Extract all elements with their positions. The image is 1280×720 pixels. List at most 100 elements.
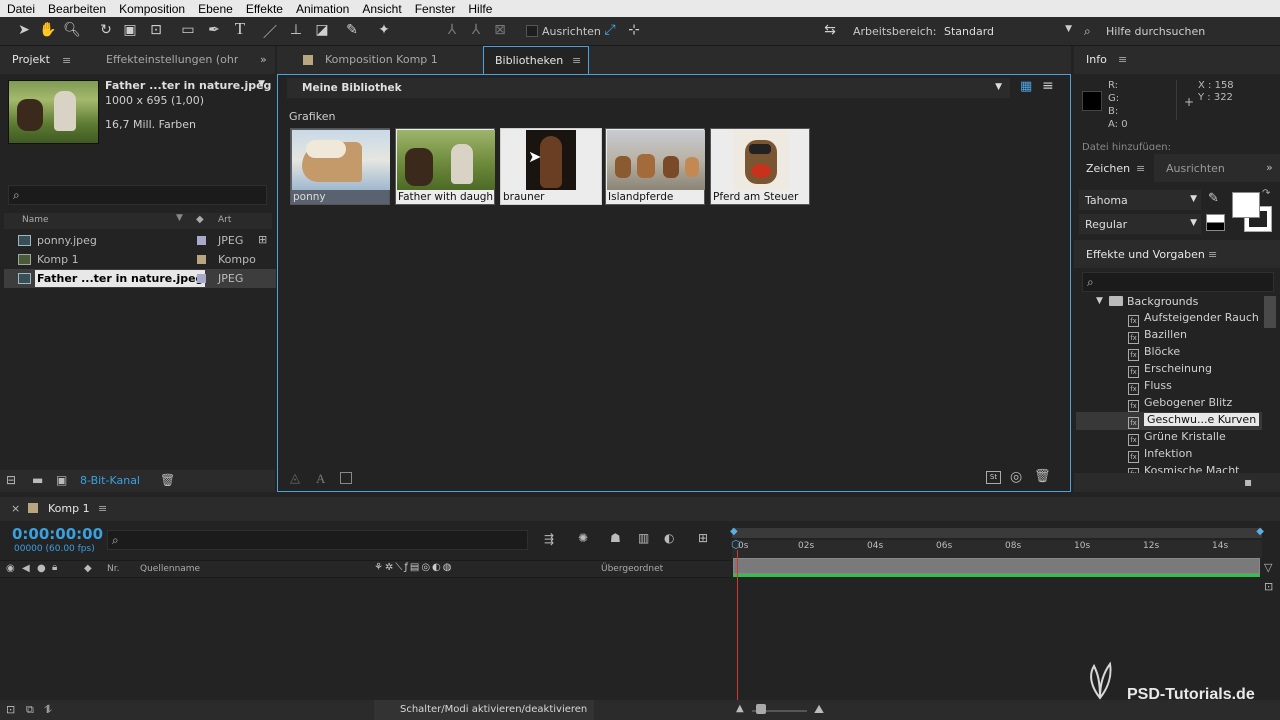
menu-ansicht[interactable]: Ansicht xyxy=(355,2,407,16)
grid-view-icon[interactable]: ▦ xyxy=(1020,79,1032,94)
effect-preset-item[interactable]: fx Erscheinung xyxy=(1128,362,1212,379)
comp-markers-icon[interactable]: ▽ xyxy=(1264,561,1272,574)
interpret-footage-icon[interactable]: ⊟ xyxy=(6,473,16,487)
panel-overflow-icon[interactable]: » xyxy=(260,53,267,66)
panel-menu-icon[interactable]: ≡ xyxy=(1136,162,1145,175)
motion-blur-icon[interactable]: ◐ xyxy=(664,531,674,545)
close-icon[interactable]: × xyxy=(11,502,20,515)
selection-tool-icon[interactable]: ➤ xyxy=(14,22,34,38)
panel-menu-icon[interactable]: ≡ xyxy=(62,54,71,67)
scrollbar-thumb[interactable] xyxy=(1264,296,1276,328)
panel-menu-icon[interactable]: ≡ xyxy=(1208,248,1217,261)
timeline-search-input[interactable]: ⌕ xyxy=(107,530,528,550)
label-tag-icon[interactable]: ◆ xyxy=(84,563,92,574)
new-folder-icon[interactable]: ▬ xyxy=(32,473,43,487)
effects-search-input[interactable]: ⌕ xyxy=(1082,272,1274,292)
project-item-name[interactable]: Father ...ter in nature.jpeg xyxy=(35,270,206,287)
layer-switches-icon[interactable]: ⊡ xyxy=(6,703,15,716)
effect-preset-item-selected[interactable]: fx Geschwu...e Kurven xyxy=(1128,413,1260,430)
panel-overflow-icon[interactable]: » xyxy=(1266,161,1273,174)
menu-komposition[interactable]: Komposition xyxy=(112,2,191,16)
hand-tool-icon[interactable]: ✋ xyxy=(38,22,58,38)
playhead-handle[interactable]: ⬡ xyxy=(731,538,741,551)
project-search-input[interactable]: ⌕ xyxy=(8,185,267,205)
work-area-start-handle[interactable]: ◆ xyxy=(730,526,738,537)
axis-world-icon[interactable]: ⅄ xyxy=(466,22,486,38)
puppet-tool-icon[interactable]: ✦ xyxy=(374,22,394,38)
font-family-dropdown[interactable]: Tahoma ▼ xyxy=(1079,190,1201,210)
solo-icon[interactable]: ● xyxy=(37,563,46,574)
menu-effekte[interactable]: Effekte xyxy=(239,2,289,16)
pen-tool-icon[interactable]: ✒ xyxy=(204,22,224,38)
effect-preset-item[interactable]: fx Gebogener Blitz xyxy=(1128,396,1232,413)
axis-local-icon[interactable]: ⅄ xyxy=(442,22,462,38)
clone-stamp-tool-icon[interactable]: ⊥ xyxy=(286,22,306,38)
workspace-icon[interactable]: ⇆ xyxy=(820,22,840,38)
tab-bibliotheken[interactable]: Bibliotheken xyxy=(495,54,563,67)
pan-behind-tool-icon[interactable]: ⊡ xyxy=(146,22,166,38)
tab-info[interactable]: Info xyxy=(1086,53,1107,66)
rotate-tool-icon[interactable]: ↻ xyxy=(96,22,116,38)
list-view-icon[interactable]: ≡ xyxy=(1042,78,1054,94)
shy-layers-icon[interactable]: ☗ xyxy=(610,531,621,545)
tab-ausrichten[interactable]: Ausrichten xyxy=(1166,162,1225,175)
menu-datei[interactable]: Datei xyxy=(0,2,41,16)
label-color-swatch[interactable] xyxy=(197,274,206,283)
library-item[interactable]: Father with daugh... xyxy=(395,128,495,205)
project-item-selected[interactable]: Father ...ter in nature.jpeg JPEG xyxy=(4,269,276,288)
comp-button-icon[interactable]: ⊡ xyxy=(1264,580,1273,593)
rectangle-tool-icon[interactable]: ▭ xyxy=(178,22,198,38)
menu-ebene[interactable]: Ebene xyxy=(191,2,239,16)
menu-animation[interactable]: Animation xyxy=(289,2,355,16)
tab-bibliotheken-container[interactable]: Bibliotheken ≡ xyxy=(483,46,589,74)
switches-icons[interactable]: ⚘✲⟍ƒ▤◎◐◍ xyxy=(374,562,454,573)
tab-komp[interactable]: Komp 1 xyxy=(48,502,90,515)
effect-preset-item[interactable]: fx Grüne Kristalle xyxy=(1128,430,1226,447)
zoom-out-icon[interactable]: ▲ xyxy=(736,703,744,714)
column-source-name[interactable]: Quellenname xyxy=(140,564,200,574)
column-nr[interactable]: Nr. xyxy=(107,564,119,574)
roto-brush-tool-icon[interactable]: ✎ xyxy=(342,22,362,38)
panel-menu-icon[interactable]: ≡ xyxy=(1118,53,1127,66)
zoom-tool-icon[interactable]: 🔍︎ xyxy=(62,22,82,38)
tab-projekt[interactable]: Projekt xyxy=(4,46,58,74)
default-colors-icon[interactable] xyxy=(1206,214,1225,231)
new-composition-icon[interactable]: ▣ xyxy=(56,473,67,487)
add-text-icon[interactable]: A xyxy=(316,471,325,487)
panel-menu-icon[interactable]: ≡ xyxy=(572,54,581,67)
menu-hilfe[interactable]: Hilfe xyxy=(461,2,498,16)
font-style-dropdown[interactable]: Regular ▼ xyxy=(1079,214,1201,234)
swap-colors-icon[interactable]: ↷ xyxy=(1262,188,1270,199)
help-search-input[interactable]: Hilfe durchsuchen xyxy=(1106,25,1205,38)
work-area-bar[interactable]: ◆ ◆ xyxy=(730,526,1264,538)
graph-editor-icon[interactable]: ⊞ xyxy=(698,531,708,545)
disclosure-triangle-icon[interactable]: ▼ xyxy=(1096,296,1103,306)
bit-depth-button[interactable]: 8-Bit-Kanal xyxy=(80,474,140,487)
workspace-dropdown[interactable]: Standard ▼ xyxy=(936,21,1076,41)
transfer-controls-icon[interactable]: ⧉ xyxy=(26,703,34,717)
add-content-icon[interactable]: ◬ xyxy=(290,471,300,486)
label-tag-icon[interactable]: ◆ xyxy=(196,214,204,225)
library-item[interactable]: Islandpferde xyxy=(605,128,705,205)
zoom-slider-handle[interactable] xyxy=(756,704,766,714)
add-color-icon[interactable] xyxy=(340,472,352,484)
audio-icon[interactable]: ◀ xyxy=(22,563,30,574)
tab-zeichen-container[interactable]: Zeichen ≡ xyxy=(1074,154,1154,182)
effect-preset-item[interactable]: fx Bazillen xyxy=(1128,328,1187,345)
new-preset-icon[interactable]: ▪ xyxy=(1244,475,1252,489)
effect-preset-item[interactable]: fx Aufsteigender Rauch xyxy=(1128,311,1259,328)
library-item[interactable]: brauner xyxy=(500,128,602,205)
effect-preset-item[interactable]: fx Fluss xyxy=(1128,379,1172,396)
stock-icon[interactable]: St xyxy=(986,471,1001,484)
library-item[interactable]: ponny xyxy=(290,128,390,205)
in-out-icon[interactable]: ⥮ xyxy=(44,703,52,717)
effects-folder-name[interactable]: Backgrounds xyxy=(1127,295,1198,308)
effect-preset-item[interactable]: fxKosmische Macht xyxy=(1128,464,1239,473)
frame-blending-icon[interactable]: ▥ xyxy=(638,531,649,545)
flowchart-icon[interactable]: ⊞ xyxy=(258,230,267,249)
brush-tool-icon[interactable]: ／ xyxy=(260,22,280,42)
column-parent[interactable]: Übergeordnet xyxy=(601,564,663,574)
current-timecode[interactable]: 0:00:00:00 xyxy=(12,525,103,543)
tab-zeichen[interactable]: Zeichen xyxy=(1086,162,1130,175)
effect-preset-item[interactable]: fx Blöcke xyxy=(1128,345,1180,362)
